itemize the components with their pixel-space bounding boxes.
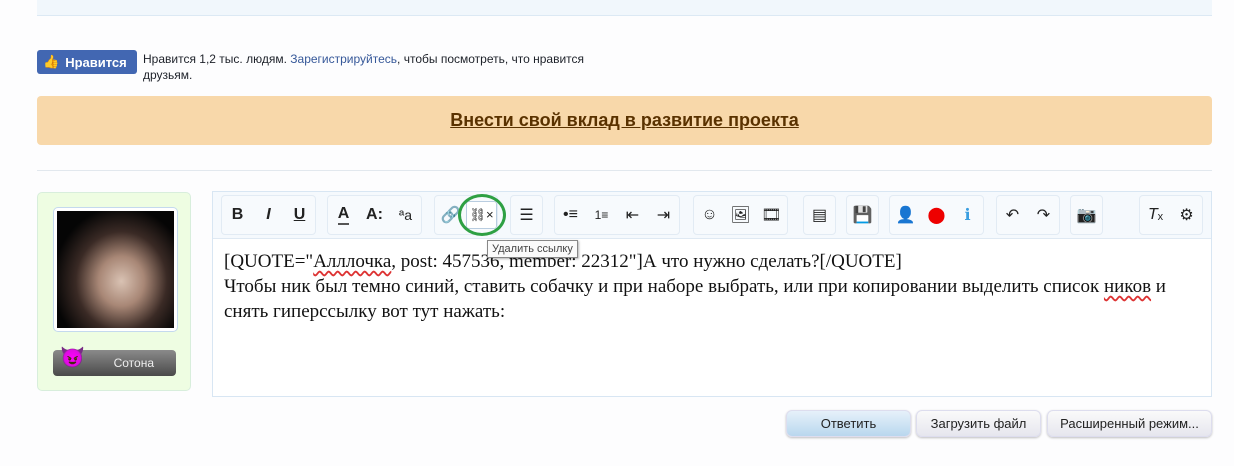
camera-group: 📷 [1070,195,1103,235]
like-text: Нравится 1,2 тыс. людям. Зарегистрируйте… [143,51,603,83]
rank-label: Сотона [113,356,154,370]
misc-group: 👤 ⬤ ℹ [889,195,984,235]
text: [QUOTE=" [224,251,314,272]
reply-button[interactable]: Ответить [786,410,911,437]
text: Чтобы ник был темно синий, ставить собач… [224,276,1104,297]
like-label: Нравится [65,54,127,70]
font-size-icon[interactable]: A: [359,201,390,229]
camera-icon[interactable]: 📷 [1071,201,1102,229]
save-icon[interactable]: 💾 [847,201,878,229]
upload-file-button[interactable]: Загрузить файл [916,410,1041,437]
text: , post: 457536, member: 22312"]А что нуж… [391,251,902,272]
advanced-mode-button[interactable]: Расширенный режим... [1047,410,1212,437]
indent-icon[interactable]: ⇥ [648,201,679,229]
donate-link[interactable]: Внести свой вклад в развитие проекта [450,110,799,131]
undo-icon[interactable]: ↶ [997,201,1028,229]
align-group: ☰ [510,195,543,235]
insert-group: ☺ 🖼 🎞 [693,195,788,235]
redo-icon[interactable]: ↷ [1028,201,1059,229]
outdent-icon[interactable]: ⇤ [617,201,648,229]
smiley-icon[interactable]: ☺ [694,201,725,229]
template-group: ▤ [803,195,836,235]
font-group: A A: ªa [327,195,422,235]
image-icon[interactable]: 🖼 [725,201,756,229]
divider [37,170,1212,171]
media-icon[interactable]: 🎞 [756,201,787,229]
insert-text-icon[interactable]: ▤ [804,201,835,229]
top-panel [37,0,1212,16]
user-icon[interactable]: 👤 [890,201,921,229]
remove-format-icon[interactable]: Tₓ [1140,201,1171,229]
text: ников [1103,276,1152,297]
text-style-group: B I U [221,195,316,235]
user-panel: 😈 Сотона [37,192,191,391]
format-group: Tₓ ⚙ [1139,195,1203,235]
user-rank-badge: 😈 Сотона [53,347,176,376]
highlight-circle [458,194,506,236]
register-link[interactable]: Зарегистрируйтесь [290,52,397,66]
facebook-like-button[interactable]: 👍 Нравится [37,50,137,74]
save-group: 💾 [846,195,879,235]
underline-icon[interactable]: U [284,201,315,229]
text: Алллочка [313,251,392,272]
alert-icon[interactable]: ⬤ [921,201,952,229]
donate-banner: Внести свой вклад в развитие проекта [37,96,1212,145]
bbcode-toggle-icon[interactable]: ⚙ [1171,201,1202,229]
numbered-list-icon[interactable]: 1≡ [586,201,617,229]
bold-icon[interactable]: B [222,201,253,229]
editor-toolbar: B I U A A: ªa 🔗 ⛓× ☰ •≡ 1≡ ⇤ ⇥ ☺ 🖼 🎞 ▤ 💾… [213,192,1211,239]
font-family-icon[interactable]: ªa [390,201,421,229]
bullet-list-icon[interactable]: •≡ [555,201,586,229]
history-group: ↶ ↷ [996,195,1060,235]
avatar[interactable] [53,207,178,332]
like-count: Нравится 1,2 тыс. людям. [143,52,287,66]
tooltip: Удалить ссылку [487,240,578,258]
info-icon[interactable]: ℹ [952,201,983,229]
thumbs-up-icon: 👍 [43,54,60,69]
editor-content[interactable]: [QUOTE="Алллочка, post: 457536, member: … [213,239,1211,334]
message-editor: B I U A A: ªa 🔗 ⛓× ☰ •≡ 1≡ ⇤ ⇥ ☺ 🖼 🎞 ▤ 💾… [212,191,1212,397]
list-group: •≡ 1≡ ⇤ ⇥ [554,195,680,235]
align-left-icon[interactable]: ☰ [511,201,542,229]
devil-icon: 😈 [60,347,85,369]
font-color-icon[interactable]: A [328,201,359,229]
italic-icon[interactable]: I [253,201,284,229]
